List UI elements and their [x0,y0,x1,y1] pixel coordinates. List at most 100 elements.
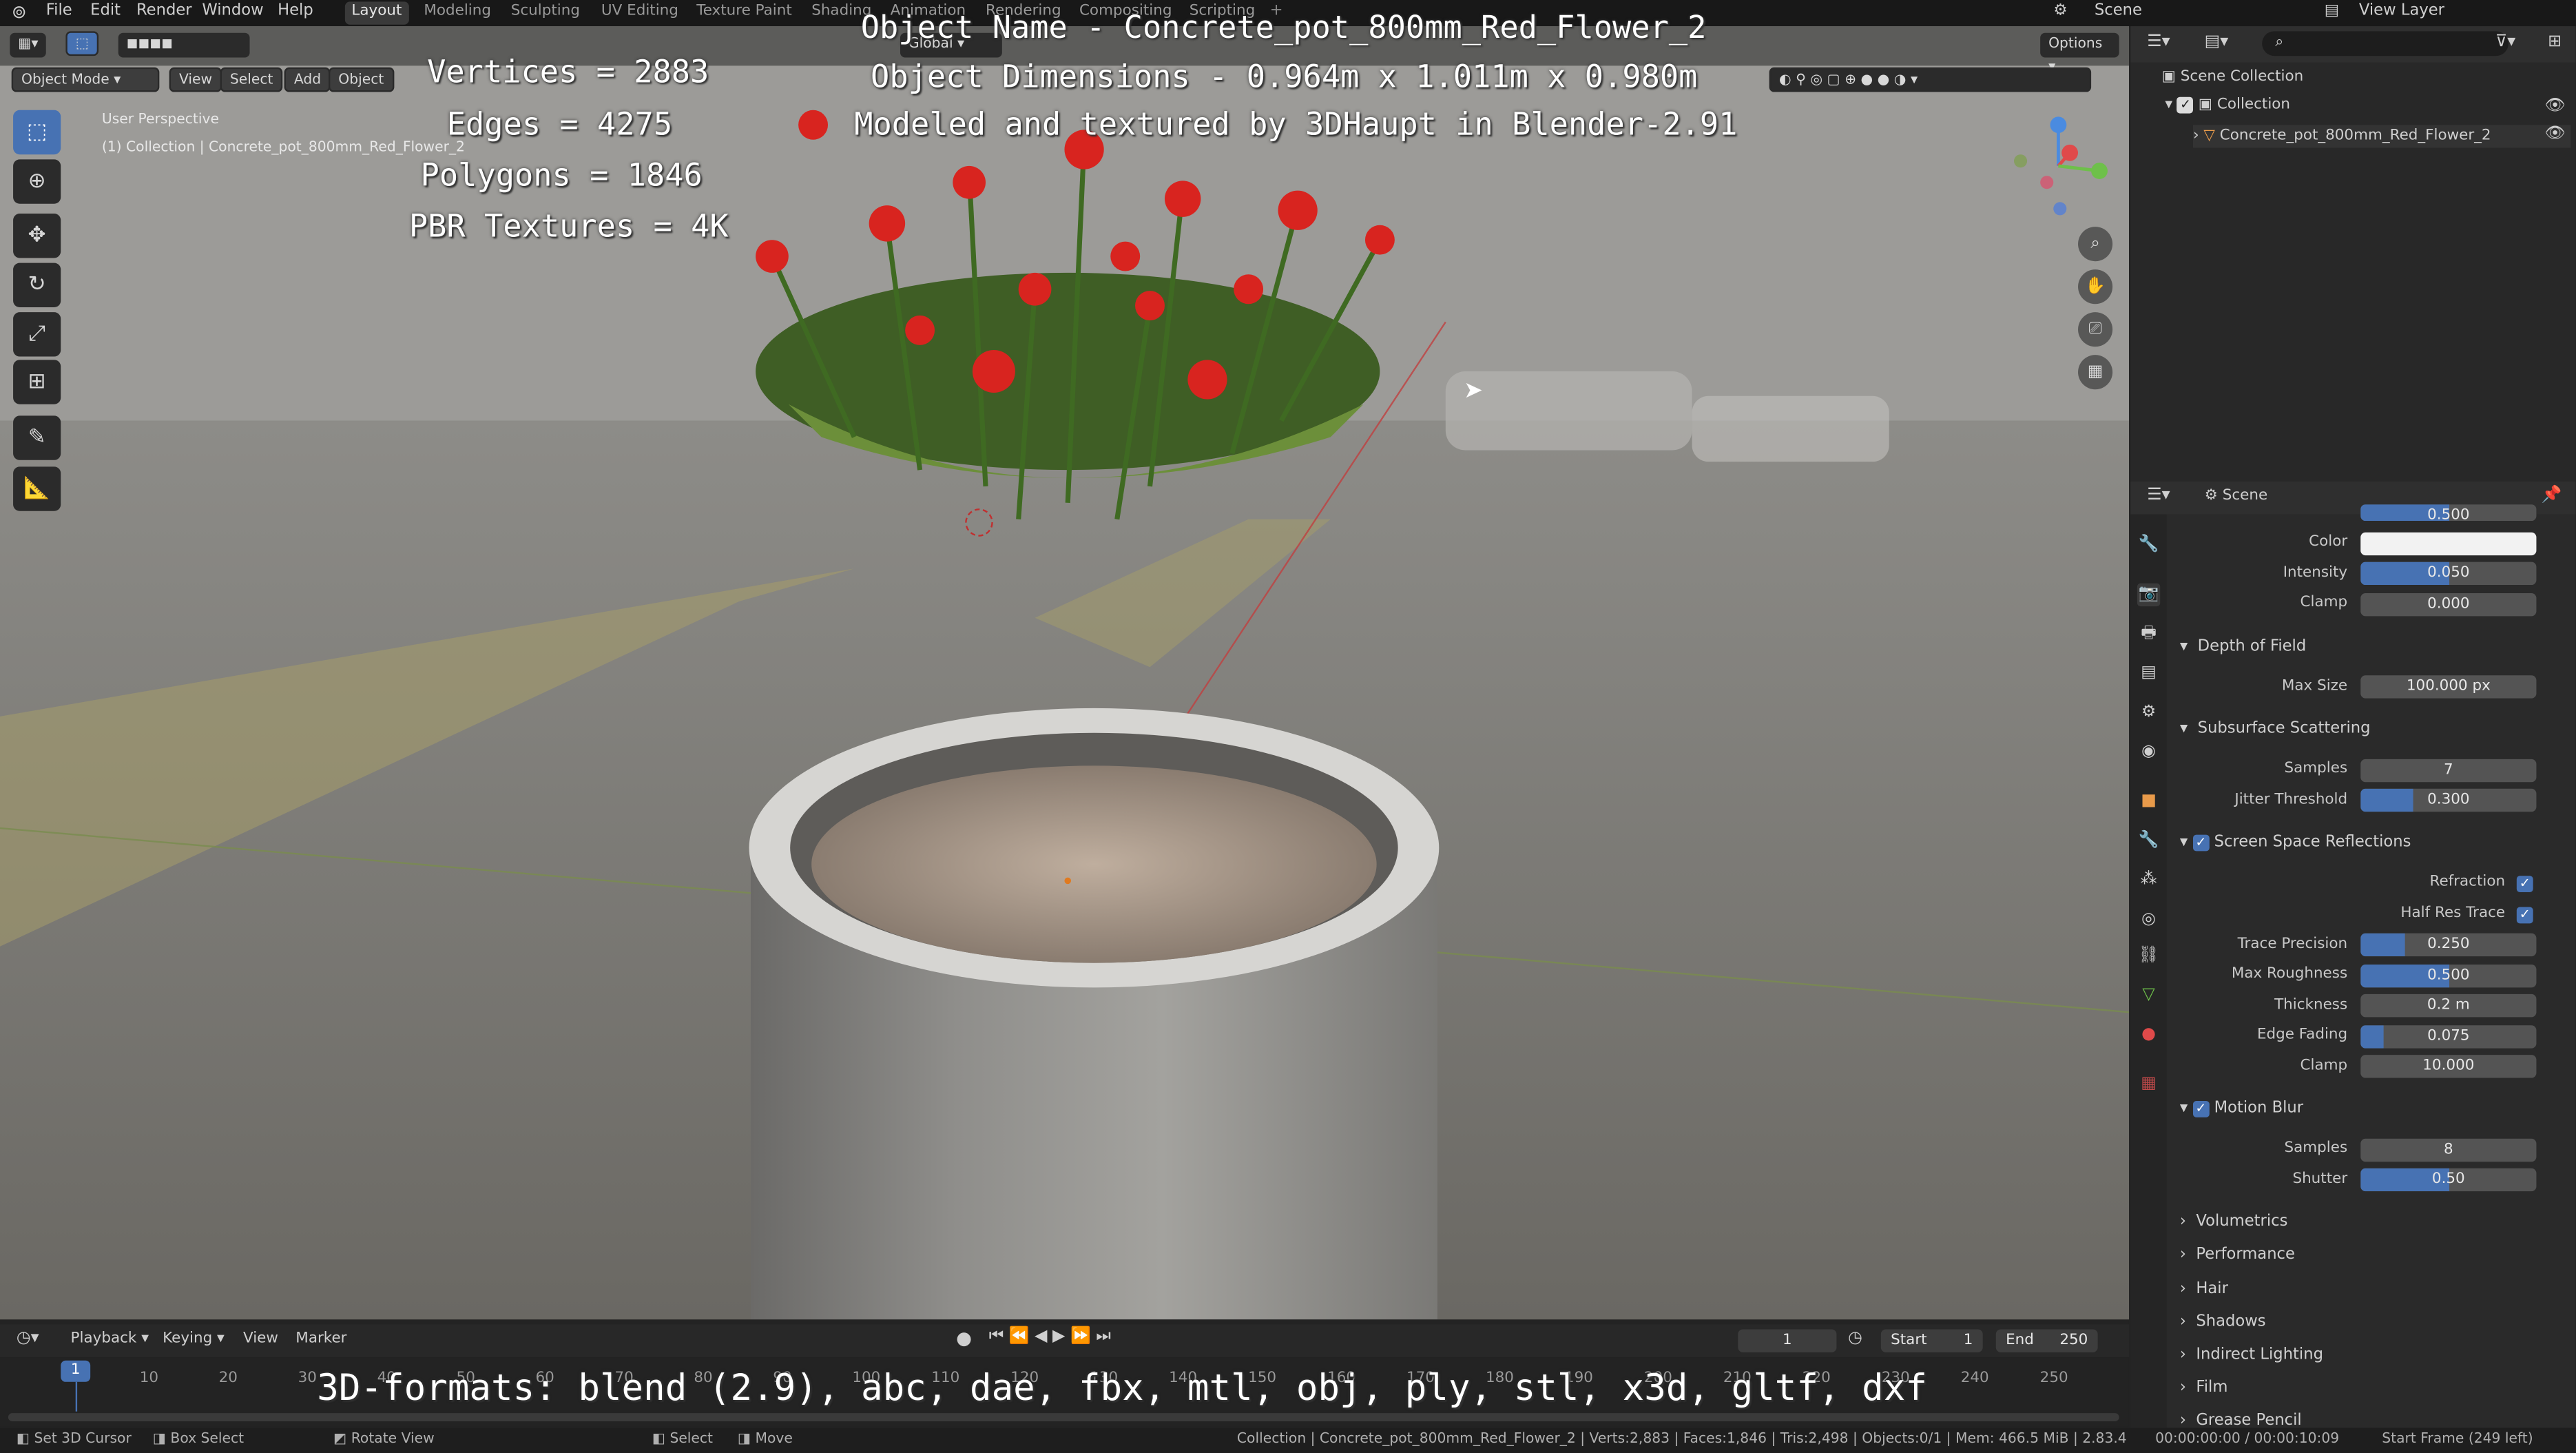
object-menu[interactable]: Object [329,67,394,92]
scene-selector[interactable]: Scene [2095,1,2142,19]
select-tool-icon[interactable]: ⬚ [13,110,61,155]
navigation-gizmo[interactable] [2001,108,2116,223]
properties-editor-icon[interactable]: ☰▾ [2147,486,2170,504]
intensity-field[interactable]: 0.050 [2360,561,2537,586]
outliner-header: ☰▾ ▤▾ ⌕ ⊽▾ ⊞ [2130,26,2576,63]
properties-context-label: ⚙ Scene [2204,488,2268,505]
object-visibility-eye-icon[interactable]: 👁 [2544,125,2565,143]
shutter-field[interactable]: 0.50 [2360,1168,2537,1192]
outliner-editor-icon[interactable]: ☰▾ [2147,33,2170,51]
timeline-view-menu[interactable]: View [243,1331,278,1348]
grid-view-icon[interactable]: ▦ [2078,355,2113,390]
trace-precision-field[interactable]: 0.250 [2360,933,2537,957]
playback-controls-icon[interactable]: ⏮ ⏪ ◀ ▶ ⏩ ⏭ [989,1328,1111,1346]
tab-texture-paint[interactable]: Texture Paint [690,1,799,24]
edge-fading-field[interactable]: 0.075 [2360,1025,2537,1049]
jitter-threshold-field[interactable]: 0.300 [2360,788,2537,812]
options-dropdown[interactable]: Options ▾ [2040,32,2119,76]
tab-modeling[interactable]: Modeling [417,1,498,24]
thickness-field[interactable]: 0.2 m [2360,993,2537,1018]
display-mode-icon[interactable]: ▤▾ [2205,33,2229,51]
view-layer-icon[interactable]: ▤ [2325,1,2339,19]
marker-menu[interactable]: Marker [295,1331,346,1348]
menu-window[interactable]: Window [202,1,263,19]
grease-pencil-section[interactable]: › Grease Pencil [2180,1412,2302,1430]
color-swatch[interactable] [2360,532,2537,556]
cursor-tool-icon[interactable]: ⊕ [13,159,61,204]
depth-of-field-section[interactable]: ▾ Depth of Field [2180,637,2306,655]
3d-viewport[interactable] [0,26,2129,1320]
select-menu[interactable]: Select [220,67,283,92]
hair-section[interactable]: › Hair [2180,1280,2228,1298]
clamp-field[interactable]: 0.000 [2360,592,2537,617]
timeline-scrollbar[interactable] [8,1413,2119,1422]
editor-type-icon[interactable]: ▦▾ [10,32,47,58]
playback-menu[interactable]: Playback ▾ [71,1331,149,1348]
menu-edit[interactable]: Edit [90,1,121,19]
pin-icon[interactable]: 📌 [2542,486,2562,504]
half-res-trace-checkbox[interactable]: ✓ [2516,907,2533,924]
add-menu[interactable]: Add [284,67,331,92]
tab-sculpting[interactable]: Sculpting [504,1,586,24]
scene-icon[interactable]: ⚙ [2053,1,2067,19]
view-menu[interactable]: View [169,67,222,92]
indirect-lighting-section[interactable]: › Indirect Lighting [2180,1346,2323,1363]
tab-uv-editing[interactable]: UV Editing [594,1,685,24]
volumetrics-section[interactable]: › Volumetrics [2180,1213,2288,1230]
camera-icon[interactable]: ⎚ [2078,312,2113,347]
measure-tool-icon[interactable]: 📐 [13,466,61,511]
outliner-search-input[interactable]: ⌕ [2262,31,2509,56]
ssr-section[interactable]: ▾ ✓ Screen Space Reflections [2180,833,2411,852]
film-section[interactable]: › Film [2180,1379,2228,1397]
frame-clock-icon[interactable]: ◷ [1848,1329,1862,1347]
record-icon[interactable]: ● [956,1328,972,1349]
object-row[interactable]: › ▽ Concrete_pot_800mm_Red_Flower_2 [2192,125,2571,148]
transform-tool-icon[interactable]: ⊞ [13,360,61,404]
half-res-trace-label: Half Res Trace [2400,905,2506,922]
select-box-icon[interactable]: ⬚ [65,31,99,56]
start-frame-field[interactable]: Start 1 [1880,1329,1983,1352]
texture-tab-icon[interactable]: ▦ [2137,1073,2160,1095]
selection-mode-icons[interactable]: ◼◼◼◼ [118,32,250,58]
visibility-eye-icon[interactable]: 👁 [2544,97,2565,115]
particles-tab-icon[interactable]: ⁂ [2137,869,2160,892]
rotate-tool-icon[interactable]: ↻ [13,262,61,307]
scale-tool-icon[interactable]: ⤢ [13,312,61,357]
ssr-clamp-field[interactable]: 10.000 [2360,1055,2537,1078]
new-collection-icon[interactable]: ⊞ [2548,33,2562,51]
max-roughness-field[interactable]: 0.500 [2360,964,2537,988]
collection-row[interactable]: ▾ ✓ ▣ Collection [2165,96,2290,114]
scene-tab-icon[interactable]: ⚙ [2137,701,2160,724]
radius-field[interactable]: 0.500 [2360,504,2537,522]
shading-controls[interactable]: ◐ ⚲ ◎ ▢ ⊕ ● ● ◑ ▾ [1769,67,2092,92]
view-layer-selector[interactable]: View Layer [2359,1,2444,19]
output-tab-icon[interactable]: 🖶 [2137,623,2160,646]
timeline-editor-icon[interactable]: ◷▾ [17,1329,39,1347]
move-tool-icon[interactable]: ✥ [13,214,61,258]
physics-tab-icon[interactable]: ◎ [2137,909,2160,931]
scene-collection-row[interactable]: ▣ Scene Collection [2162,69,2304,85]
refraction-checkbox[interactable]: ✓ [2516,876,2533,893]
pan-hand-icon[interactable]: ✋ [2078,269,2113,305]
current-frame-field[interactable]: 1 [1738,1329,1837,1352]
end-frame-field[interactable]: End 250 [1995,1329,2098,1352]
playhead[interactable]: 1 [61,1360,91,1382]
menu-help[interactable]: Help [278,1,313,19]
max-size-field[interactable]: 100.000 px [2360,675,2537,699]
motion-blur-section[interactable]: ▾ ✓ Motion Blur [2180,1100,2303,1117]
keying-menu[interactable]: Keying ▾ [163,1331,225,1348]
filter-icon[interactable]: ⊽▾ [2495,33,2515,51]
subsurface-scattering-section[interactable]: ▾ Subsurface Scattering [2180,720,2371,738]
mb-samples-field[interactable]: 8 [2360,1138,2537,1162]
shadows-section[interactable]: › Shadows [2180,1313,2266,1331]
blender-logo-icon[interactable]: ⊚ [12,1,27,23]
zoom-icon[interactable]: ⌕ [2078,227,2113,262]
performance-section[interactable]: › Performance [2180,1246,2295,1264]
object-mode-dropdown[interactable]: Object Mode ▾ [11,67,160,92]
menu-render[interactable]: Render [136,1,192,19]
modifier-tab-icon[interactable]: 🔧 [2137,829,2160,852]
sss-samples-field[interactable]: 7 [2360,759,2537,783]
tab-layout[interactable]: Layout [344,1,408,25]
annotate-tool-icon[interactable]: ✎ [13,415,61,460]
menu-file[interactable]: File [46,1,72,19]
